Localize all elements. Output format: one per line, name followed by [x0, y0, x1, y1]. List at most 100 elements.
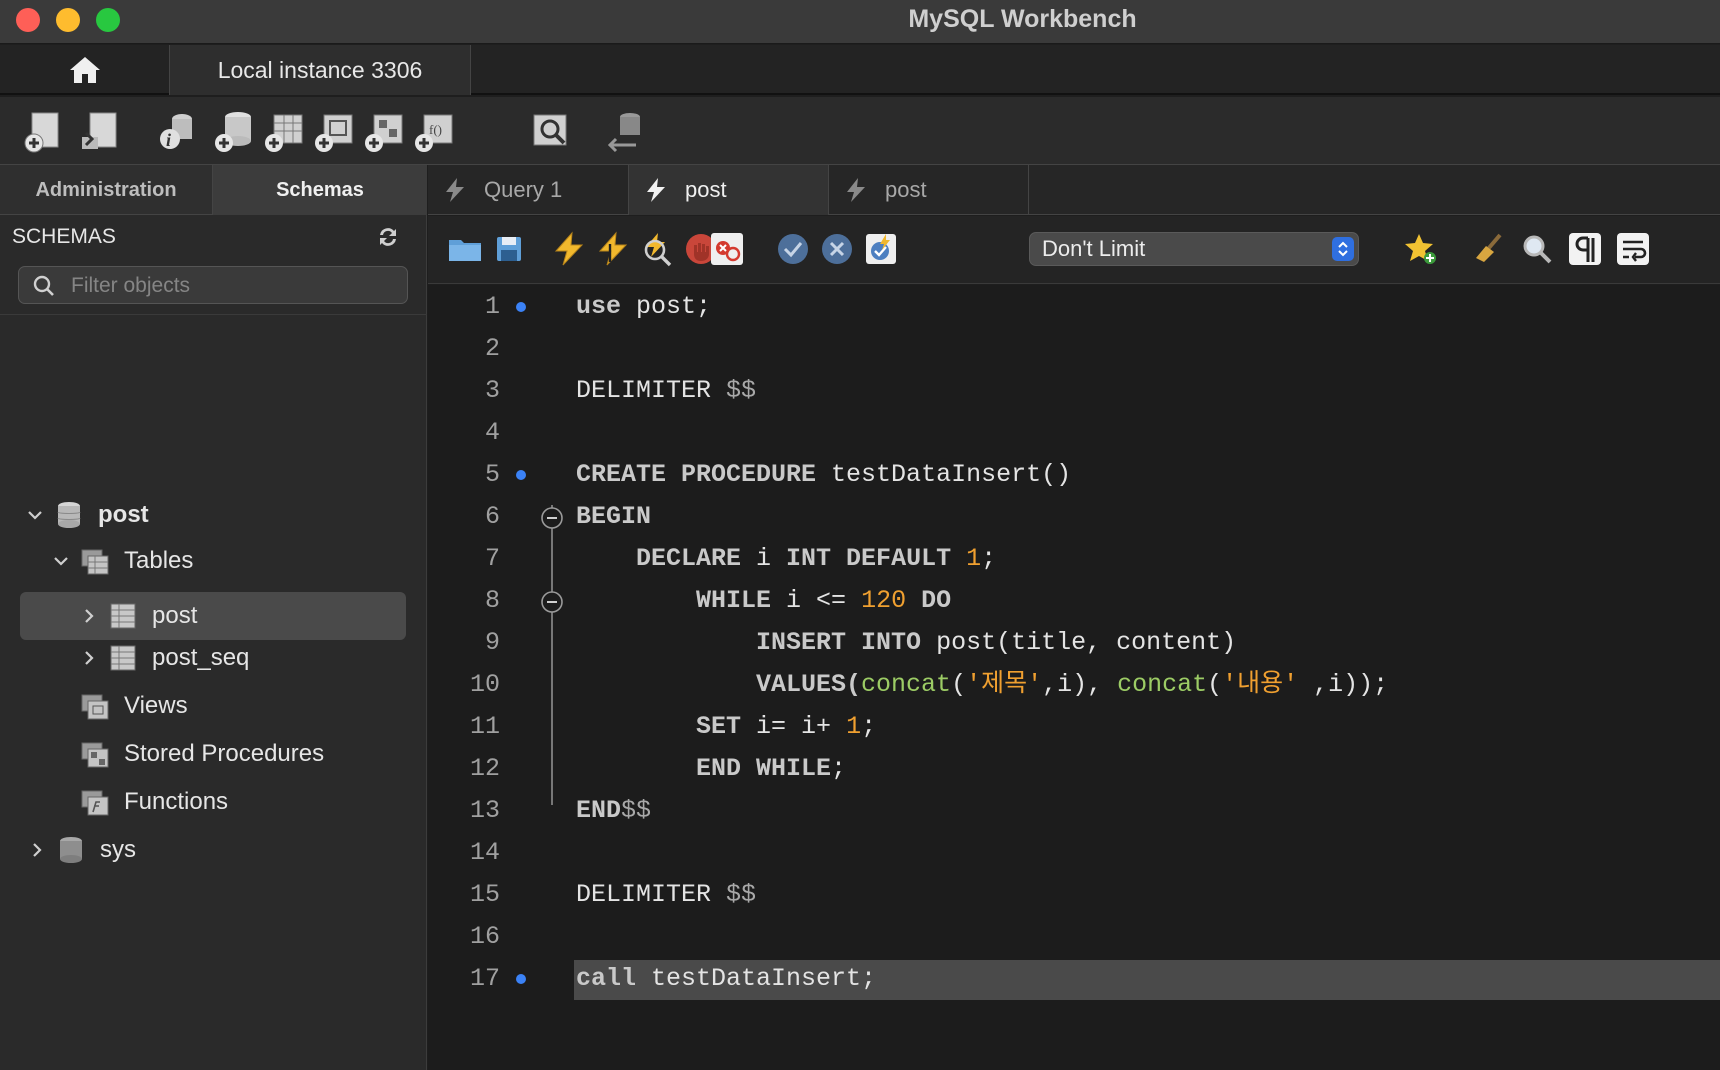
search-icon — [33, 275, 54, 296]
tree-item-views[interactable]: Views — [80, 683, 188, 729]
code-text: call testDataInsert; — [576, 964, 877, 993]
tree-item-schema-post[interactable]: post — [26, 492, 149, 538]
tab-administration[interactable]: Administration — [0, 165, 213, 215]
main-toolbar: i f() — [0, 97, 1720, 165]
commit-icon[interactable] — [774, 230, 812, 268]
tree-item-schema-sys[interactable]: sys — [28, 827, 136, 873]
tab-query-1[interactable]: Query 1 — [428, 165, 629, 215]
line-number: 13 — [469, 796, 500, 825]
tree-label-table-post-seq: post_seq — [152, 644, 250, 671]
line-number: 6 — [484, 502, 500, 531]
home-icon — [69, 57, 100, 83]
code-line[interactable]: 5 CREATE PROCEDURE testDataInsert() — [428, 454, 1720, 496]
code-line[interactable]: 11 SET i= i+ 1; — [428, 706, 1720, 748]
line-number: 16 — [469, 922, 500, 951]
add-snippet-star-icon[interactable] — [1402, 230, 1440, 268]
query-tab-bar: Query 1 post post — [428, 165, 1720, 215]
chevron-right-icon[interactable] — [80, 607, 98, 625]
code-line[interactable]: 9 INSERT INTO post(title, content) — [428, 622, 1720, 664]
code-line[interactable]: 4 — [428, 412, 1720, 454]
code-text: use post; — [576, 292, 712, 321]
tab-post[interactable]: post — [829, 165, 1029, 215]
tab-label: Query 1 — [484, 177, 563, 202]
toggle-error-stop-icon[interactable] — [708, 230, 746, 268]
chevron-right-icon[interactable] — [80, 649, 98, 667]
find-magnifier-icon[interactable] — [1518, 230, 1556, 268]
code-line[interactable]: 6 BEGIN — [428, 496, 1720, 538]
tree-label-functions: Functions — [124, 788, 229, 815]
new-sql-tab-icon[interactable] — [22, 109, 66, 153]
code-line[interactable]: 16 — [428, 916, 1720, 958]
code-line-current[interactable]: 17 call testDataInsert; — [428, 958, 1720, 1000]
open-folder-icon[interactable] — [446, 230, 484, 268]
tree-item-tables[interactable]: Tables — [52, 538, 193, 584]
info-icon[interactable]: i — [156, 109, 200, 153]
tab-post-active[interactable]: post — [629, 165, 829, 215]
chevron-down-icon[interactable] — [52, 552, 70, 570]
autocommit-toggle-icon[interactable] — [862, 230, 900, 268]
tree-item-table-post-seq[interactable]: post_seq — [80, 635, 249, 681]
code-line[interactable]: 8 WHILE i <= 120 DO — [428, 580, 1720, 622]
tree-label-schema-sys: sys — [100, 836, 136, 863]
invisible-characters-icon[interactable] — [1566, 230, 1604, 268]
chevron-right-icon[interactable] — [28, 841, 46, 859]
create-view-icon[interactable] — [312, 109, 356, 153]
create-procedure-icon[interactable] — [362, 109, 406, 153]
code-text: BEGIN — [576, 502, 652, 531]
open-sql-script-icon[interactable] — [78, 109, 122, 153]
svg-text:i: i — [166, 130, 171, 150]
row-limit-select[interactable]: Don't Limit — [1029, 232, 1359, 266]
filter-objects-input[interactable] — [71, 271, 401, 301]
code-text: WHILE i <= 120 DO — [576, 586, 952, 615]
refresh-icon[interactable] — [377, 226, 399, 248]
code-line[interactable]: 15 DELIMITER $$ — [428, 874, 1720, 916]
code-line[interactable]: 13 END$$ — [428, 790, 1720, 832]
lightning-icon — [647, 178, 665, 202]
execute-current-statement-icon[interactable] — [594, 230, 632, 268]
code-text: END WHILE; — [576, 754, 847, 783]
reconnect-icon[interactable] — [604, 109, 648, 153]
connection-tab-local-instance[interactable]: Local instance 3306 — [170, 45, 471, 95]
line-number: 12 — [469, 754, 500, 783]
create-table-icon[interactable] — [262, 109, 306, 153]
create-function-icon[interactable]: f() — [412, 109, 456, 153]
views-folder-icon — [81, 694, 109, 720]
code-line[interactable]: 7 DECLARE i INT DEFAULT 1; — [428, 538, 1720, 580]
code-line[interactable]: 2 — [428, 328, 1720, 370]
fold-toggle-icon[interactable] — [540, 590, 564, 614]
database-icon — [60, 837, 82, 863]
select-stepper[interactable] — [1332, 237, 1354, 261]
line-number: 5 — [484, 460, 500, 489]
fold-toggle-icon[interactable] — [540, 506, 564, 530]
tree-item-stored-procedures[interactable]: Stored Procedures — [80, 731, 324, 777]
rollback-icon[interactable] — [818, 230, 856, 268]
explain-icon[interactable] — [638, 230, 676, 268]
statement-marker-icon — [516, 974, 526, 984]
line-number: 7 — [484, 544, 500, 573]
row-limit-value: Don't Limit — [1042, 236, 1146, 261]
line-number: 2 — [484, 334, 500, 363]
line-number: 14 — [469, 838, 500, 867]
search-table-data-icon[interactable] — [528, 109, 572, 153]
code-line[interactable]: 3 DELIMITER $$ — [428, 370, 1720, 412]
code-line[interactable]: 1 use post; — [428, 286, 1720, 328]
line-number: 8 — [484, 586, 500, 615]
save-icon[interactable] — [490, 230, 528, 268]
tab-label: post — [685, 177, 727, 202]
tree-item-table-post[interactable]: post — [20, 592, 406, 640]
tab-schemas[interactable]: Schemas — [213, 165, 427, 215]
line-number: 1 — [484, 292, 500, 321]
code-line[interactable]: 14 — [428, 832, 1720, 874]
home-tab[interactable] — [0, 45, 170, 95]
tree-item-functions[interactable]: Functions — [80, 779, 228, 825]
code-text: CREATE PROCEDURE testDataInsert() — [576, 460, 1072, 489]
code-line[interactable]: 10 VALUES(concat('제목',i), concat('내용' ,i… — [428, 664, 1720, 706]
sql-editor[interactable]: 1 use post; 2 3 DELIMITER $$ 4 5 CREATE … — [428, 285, 1720, 1070]
code-line[interactable]: 12 END WHILE; — [428, 748, 1720, 790]
chevron-up-down-icon — [1338, 241, 1348, 257]
create-schema-icon[interactable] — [212, 109, 256, 153]
chevron-down-icon[interactable] — [26, 506, 44, 524]
beautify-broom-icon[interactable] — [1470, 230, 1508, 268]
word-wrap-icon[interactable] — [1614, 230, 1652, 268]
execute-icon[interactable] — [550, 230, 588, 268]
